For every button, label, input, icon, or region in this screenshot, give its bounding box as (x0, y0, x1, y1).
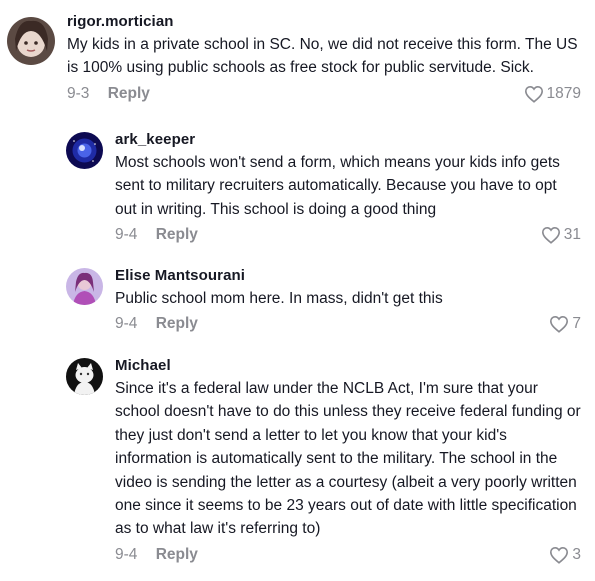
comment-date: 9-4 (115, 226, 138, 244)
reply-button[interactable]: Reply (156, 543, 198, 567)
reply-button[interactable]: Reply (156, 223, 198, 247)
comment-date: 9-4 (115, 315, 138, 333)
comment-username[interactable]: Michael (115, 356, 581, 376)
comment-meta: 9-4 Reply 3 (115, 543, 581, 567)
reply-button[interactable]: Reply (156, 312, 198, 336)
comment-username[interactable]: Elise Mantsourani (115, 266, 581, 286)
comment-meta: 9-4 Reply 31 (115, 223, 581, 247)
comment-text: Since it's a federal law under the NCLB … (115, 380, 581, 538)
comment-body: ark_keeper Most schools won't send a for… (115, 130, 581, 247)
like-count: 3 (572, 545, 581, 563)
avatar[interactable] (7, 17, 55, 65)
avatar[interactable] (66, 358, 103, 395)
comment-body: Elise Mantsourani Public school mom here… (115, 266, 581, 336)
heart-outline-icon (541, 227, 560, 245)
avatar-image (7, 17, 55, 65)
comment-meta: 9-4 Reply 7 (115, 312, 581, 336)
avatar-image (66, 268, 103, 305)
like-button[interactable]: 7 (549, 312, 581, 336)
like-count: 7 (572, 315, 581, 333)
avatar-image (66, 132, 103, 169)
like-button[interactable]: 3 (549, 543, 581, 567)
comment-body: Michael Since it's a federal law under t… (115, 356, 581, 567)
like-count: 31 (563, 226, 581, 244)
avatar[interactable] (66, 132, 103, 169)
heart-outline-icon (550, 546, 569, 564)
comment-username[interactable]: rigor.mortician (67, 12, 581, 32)
comment-date: 9-4 (115, 545, 138, 563)
comment-username[interactable]: ark_keeper (115, 130, 581, 150)
comment-meta: 9-3 Reply 1879 (67, 82, 581, 106)
like-button[interactable]: 31 (541, 223, 581, 247)
like-button[interactable]: 1879 (524, 82, 581, 106)
avatar[interactable] (66, 268, 103, 305)
comment-date: 9-3 (67, 84, 90, 102)
comment-text: Most schools won't send a form, which me… (115, 154, 560, 218)
heart-outline-icon (524, 85, 543, 103)
heart-outline-icon (550, 316, 569, 334)
avatar-image (66, 358, 103, 395)
comment-text: Public school mom here. In mass, didn't … (115, 290, 443, 307)
reply-button[interactable]: Reply (108, 82, 150, 106)
comment-body: rigor.mortician My kids in a private sch… (67, 12, 581, 106)
comment-text: My kids in a private school in SC. No, w… (67, 36, 578, 77)
like-count: 1879 (546, 84, 581, 102)
